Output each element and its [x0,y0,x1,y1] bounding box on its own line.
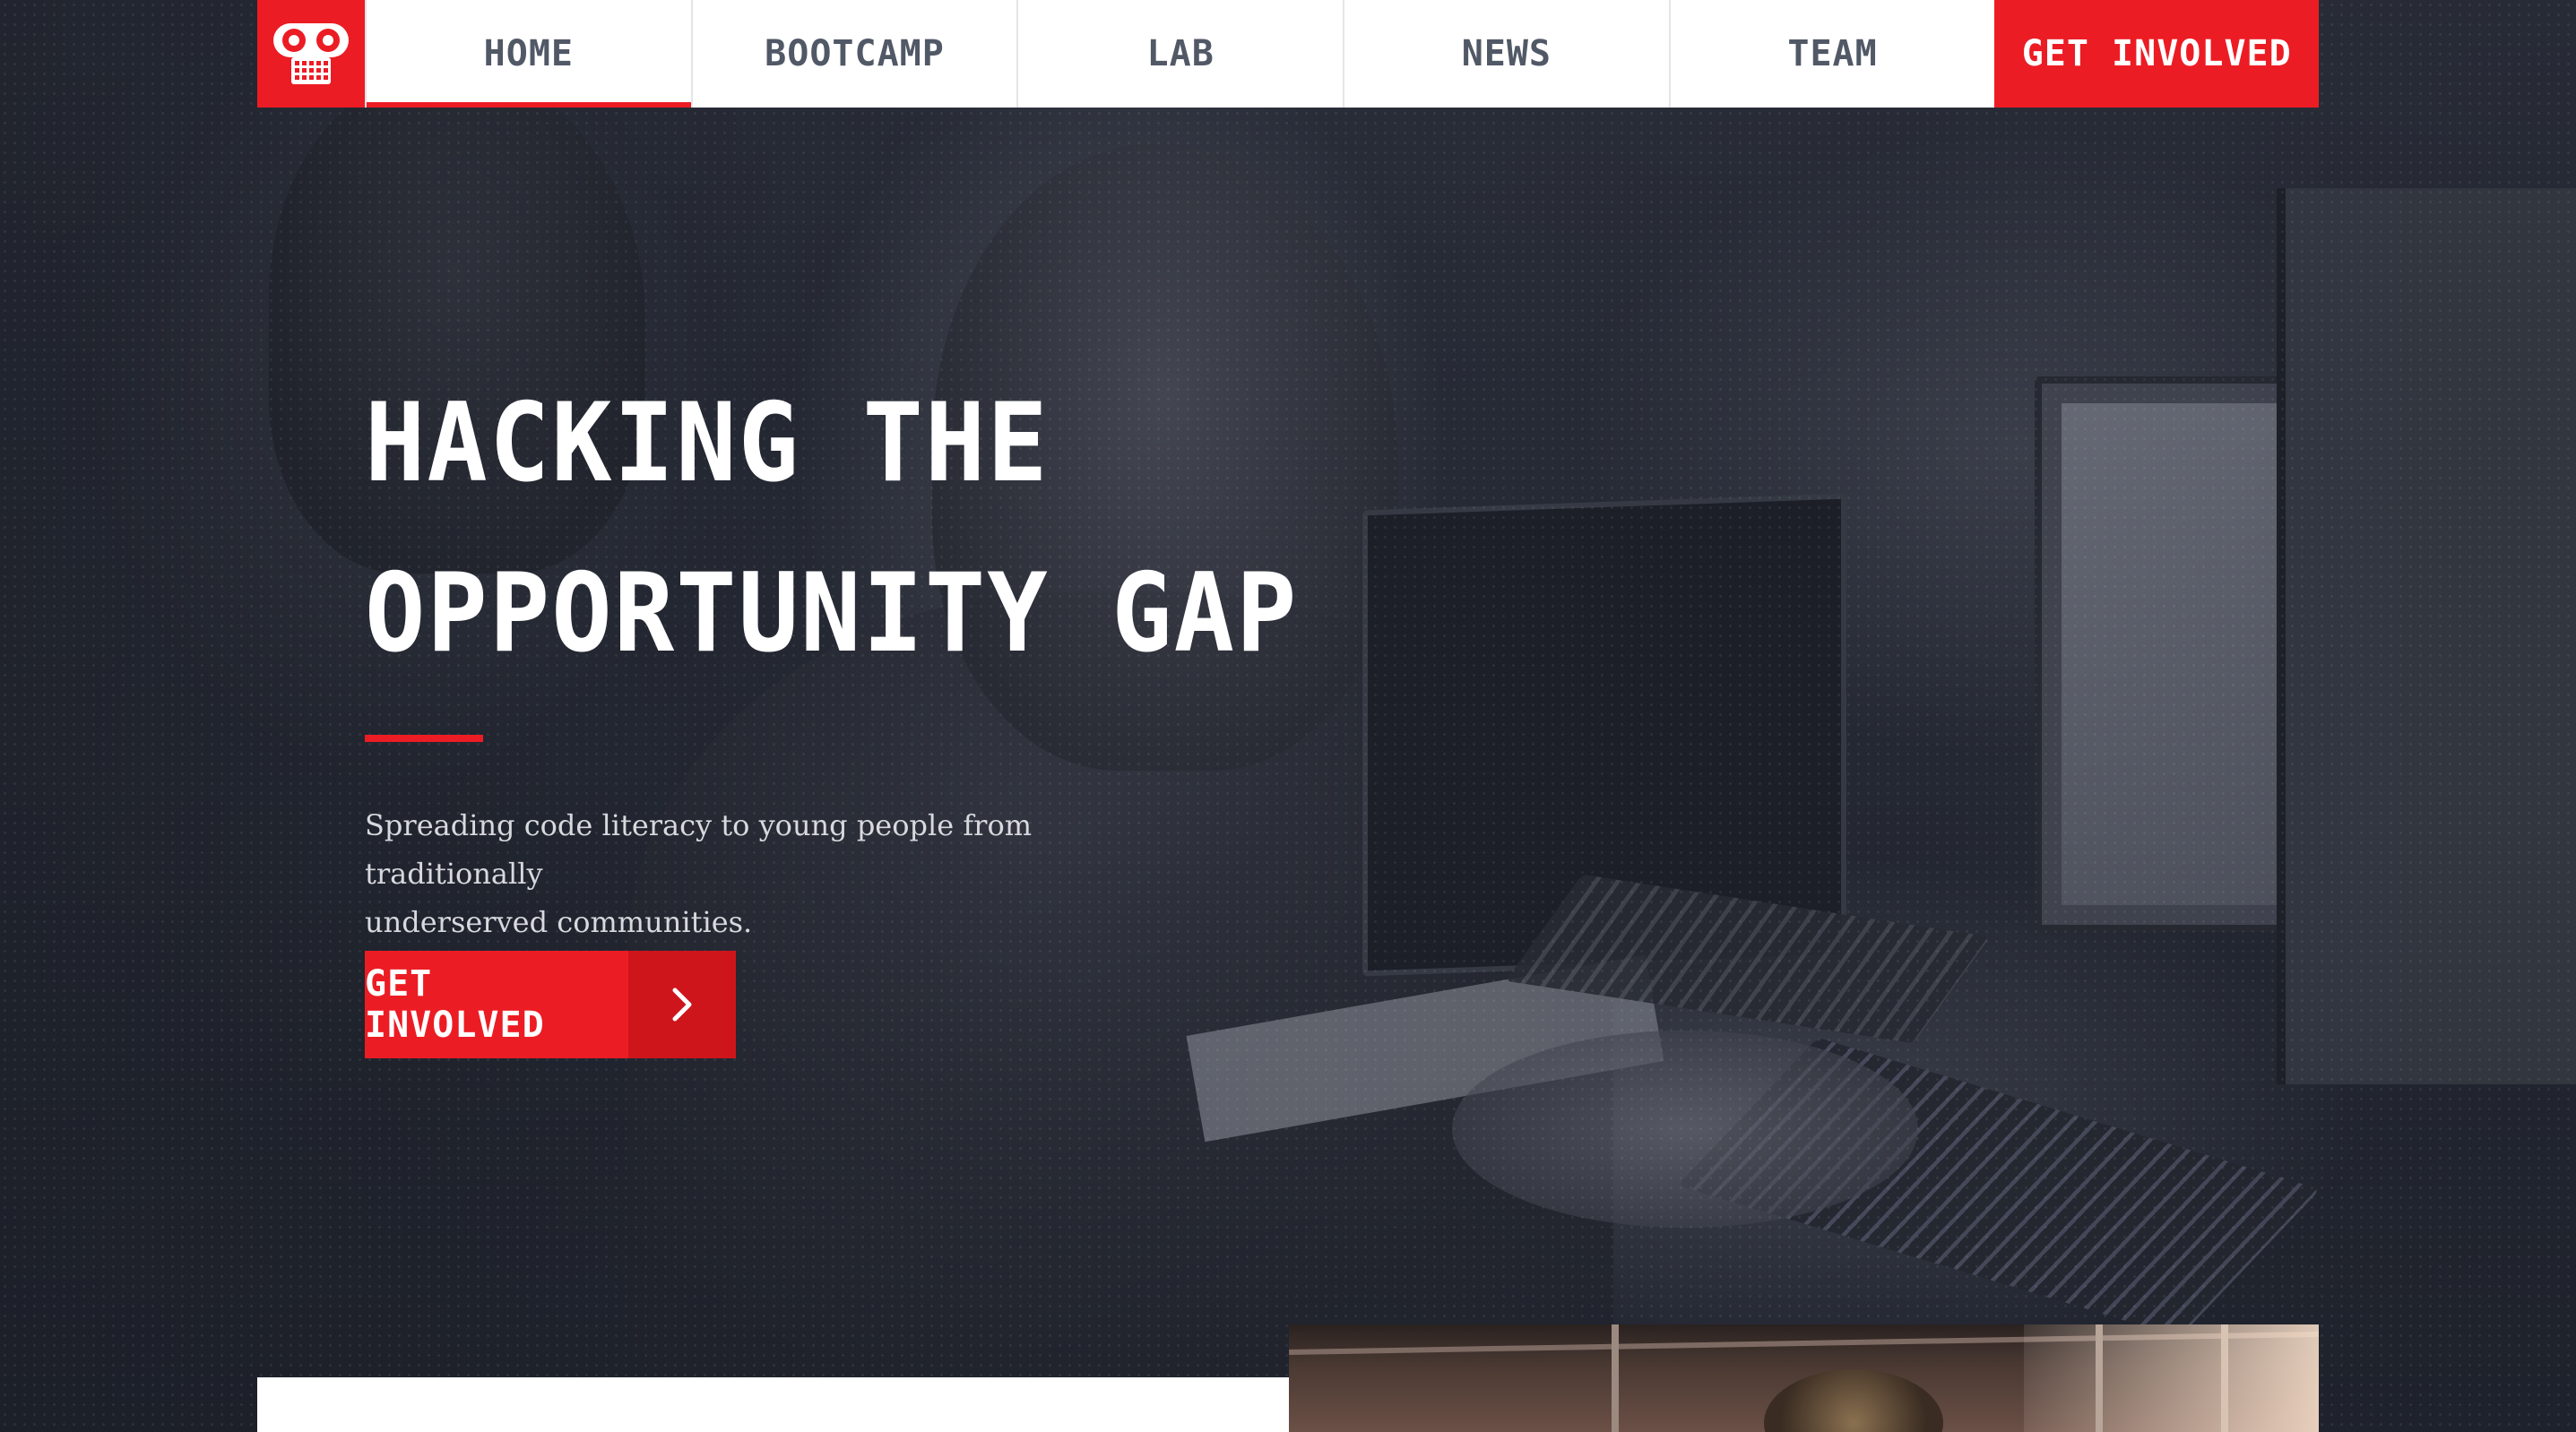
nav-news[interactable]: NEWS [1343,0,1669,108]
hero-dot-pattern [0,0,2576,1432]
hero-get-involved-button[interactable]: GET INVOLVED [365,951,736,1058]
hero-title-line: HACKING THE [365,380,1050,507]
nav-news-label: NEWS [1461,33,1552,74]
hero-title: HACKING THE OPPORTUNITY GAP [365,358,1440,699]
nav-home-label: HOME [483,33,574,74]
hero-subtitle-line: Spreading code literacy to young people … [365,808,1033,891]
photo-person-head [1764,1369,1943,1432]
nav-home[interactable]: HOME [365,0,691,108]
nav-team[interactable]: TEAM [1668,0,1995,108]
site-logo[interactable] [257,0,365,108]
nav-get-involved-button[interactable]: GET INVOLVED [1994,0,2320,108]
hero-divider [365,735,483,742]
robot-logo-icon [273,23,349,84]
nav-lab[interactable]: LAB [1016,0,1343,108]
hero-subtitle: Spreading code literacy to young people … [365,801,1216,946]
photo-window-frame [1612,1324,1619,1432]
hero-button-arrow[interactable] [628,951,736,1058]
nav-bootcamp-label: BOOTCAMP [765,33,945,74]
photo-window-light [2024,1324,2319,1432]
nav-team-label: TEAM [1787,33,1878,74]
nav-lab-label: LAB [1146,33,1215,74]
hero-subtitle-line: underserved communities. [365,905,753,939]
content-card [257,1377,1290,1432]
nav-bootcamp[interactable]: BOOTCAMP [690,0,1017,108]
main-nav: HOME BOOTCAMP LAB NEWS TEAM GET INVOLVED [257,0,2320,108]
content-card-photo [1289,1324,2319,1432]
chevron-right-icon [672,988,692,1022]
nav-cta-label: GET INVOLVED [2021,33,2292,74]
hero-button-label: GET INVOLVED [365,963,545,1046]
hero-title-line: OPPORTUNITY GAP [365,550,1299,677]
